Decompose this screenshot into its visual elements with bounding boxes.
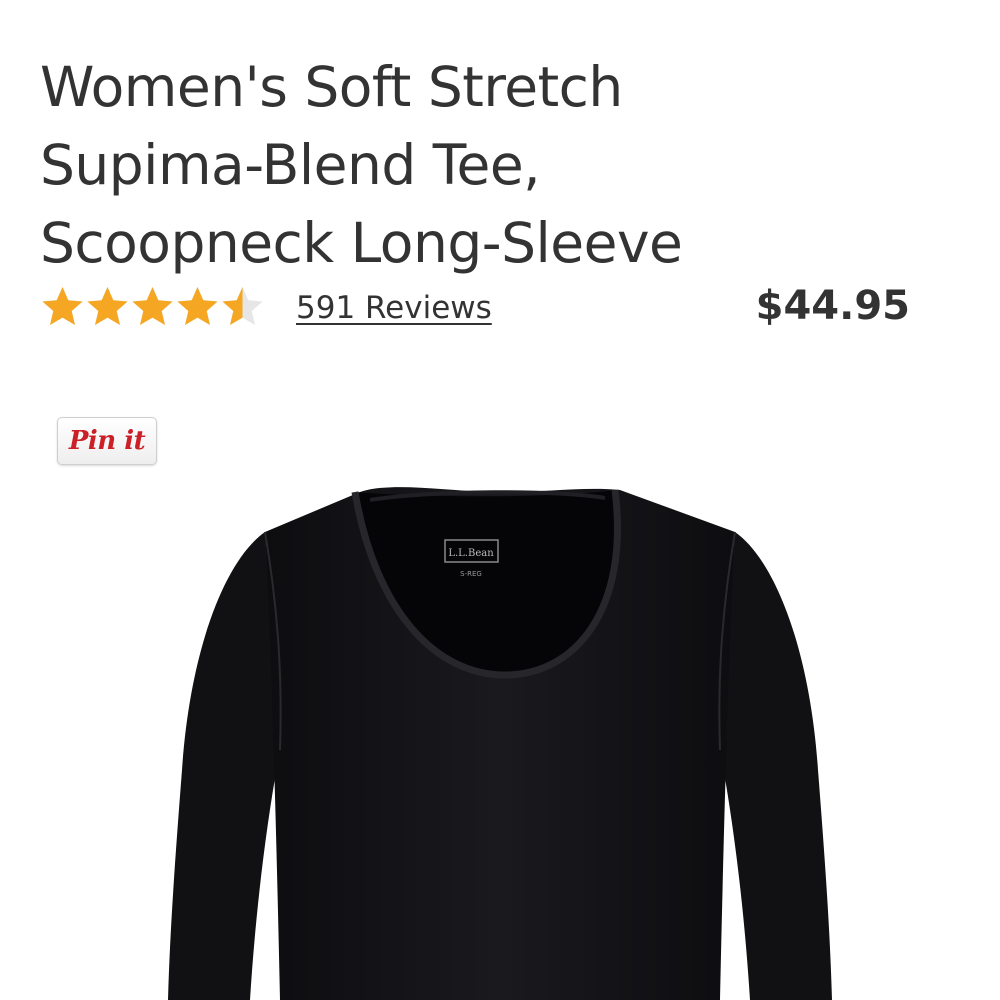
brand-label-text: L.L.Bean [448, 548, 494, 559]
size-label-text: S-REG [460, 570, 482, 578]
product-title: Women's Soft Stretch Supima-Blend Tee, S… [40, 48, 940, 282]
left-sleeve [168, 532, 280, 1000]
star-rating[interactable] [40, 282, 265, 332]
right-sleeve [720, 532, 832, 1000]
product-title-line-2: Supima-Blend Tee, [40, 133, 541, 197]
star-icon [85, 282, 130, 332]
product-image[interactable]: L.L.Bean S-REG [130, 470, 870, 1000]
product-title-line-1: Women's Soft Stretch [40, 55, 623, 119]
star-icon [40, 282, 85, 332]
reviews-link[interactable]: 591 Reviews [296, 288, 492, 328]
product-price: $44.95 [755, 283, 910, 329]
pin-it-button[interactable]: Pin it [57, 417, 157, 465]
pin-it-label: Pin it [68, 426, 146, 456]
star-icon [175, 282, 220, 332]
product-title-line-3: Scoopneck Long-Sleeve [40, 211, 683, 275]
star-icon [130, 282, 175, 332]
rating-price-row: 591 Reviews $44.95 [40, 282, 920, 332]
black-tee-image: L.L.Bean S-REG [168, 487, 832, 1000]
star-icon [220, 282, 265, 332]
